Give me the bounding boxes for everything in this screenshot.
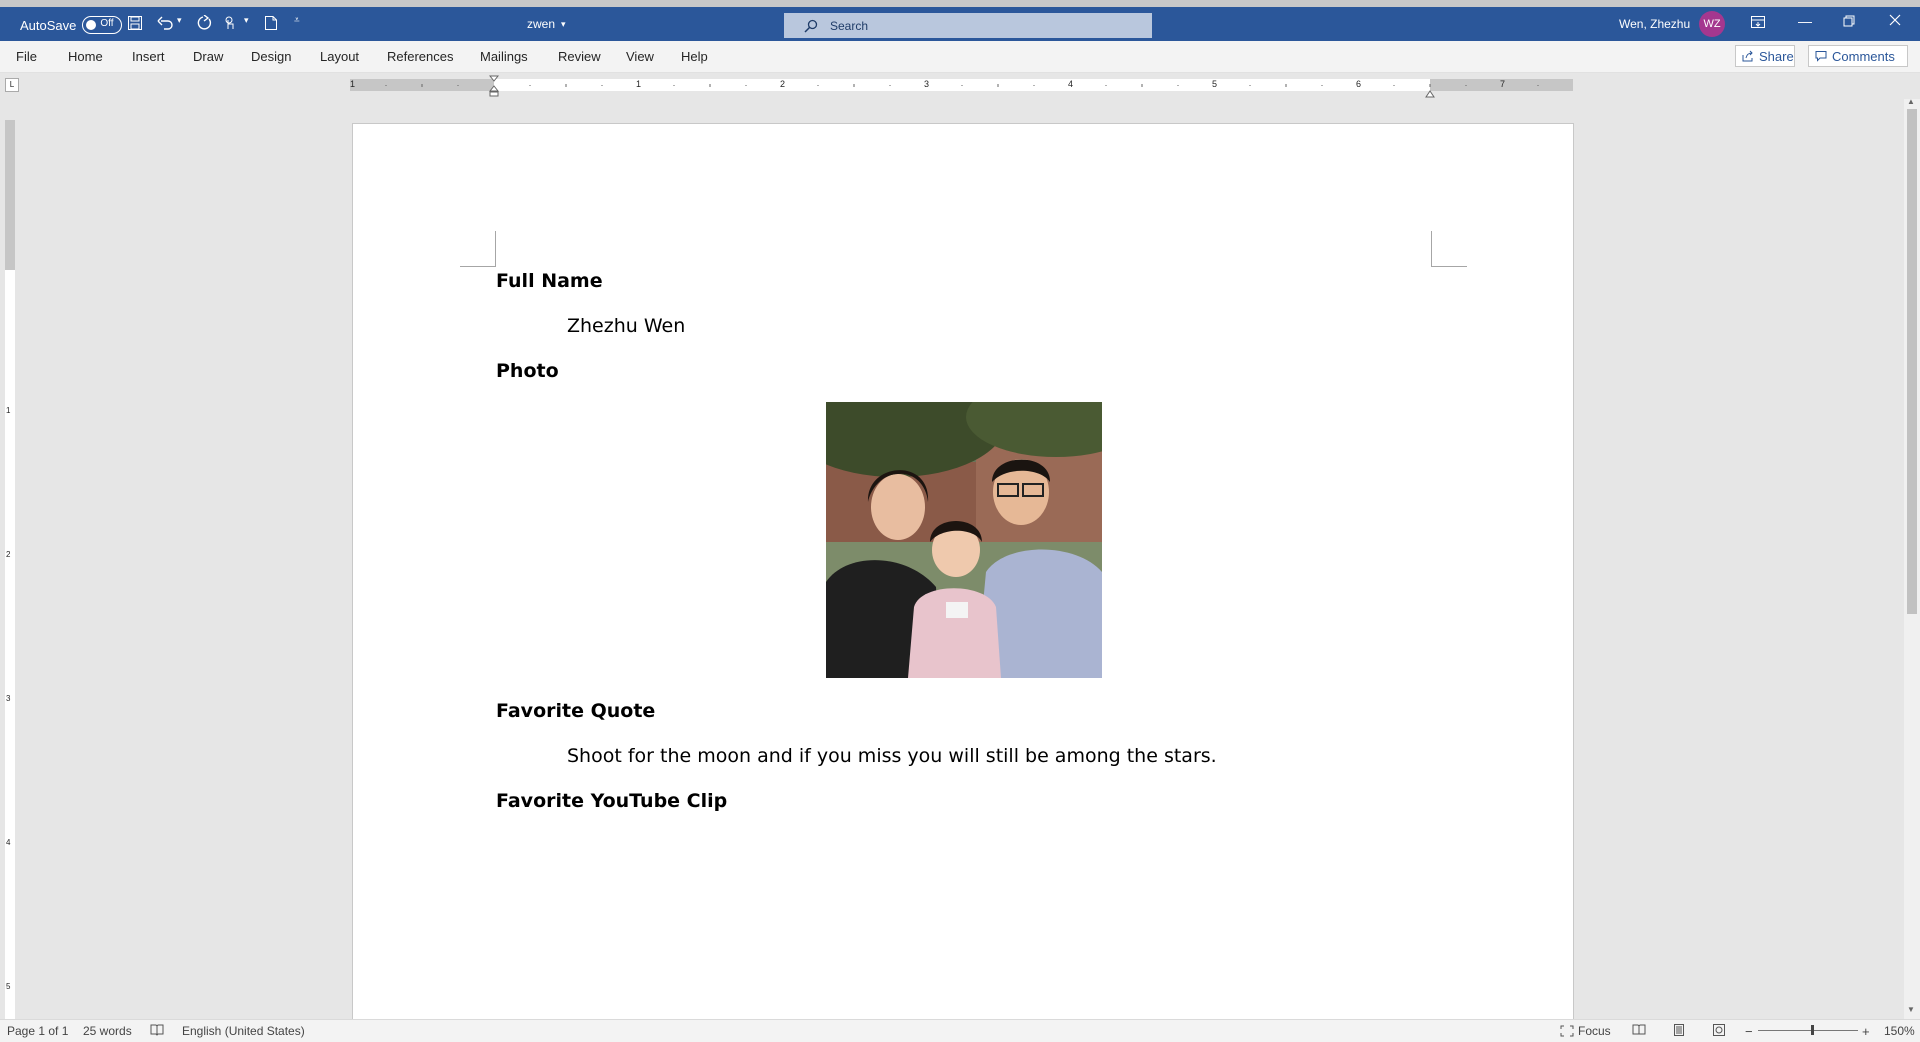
top-margin-area xyxy=(5,120,15,270)
touch-mode-icon[interactable] xyxy=(222,15,238,31)
tab-help[interactable]: Help xyxy=(681,49,708,64)
scroll-thumb[interactable] xyxy=(1907,109,1917,614)
restore-icon[interactable] xyxy=(1843,15,1855,27)
ruler-number: 5 xyxy=(1212,79,1218,89)
tab-insert[interactable]: Insert xyxy=(132,49,165,64)
comments-button[interactable]: Comments xyxy=(1808,45,1908,67)
comments-label: Comments xyxy=(1832,48,1895,64)
focus-icon xyxy=(1560,1025,1574,1037)
document-page[interactable]: Full Name Zhezhu Wen Photo Favorite Quot… xyxy=(352,123,1574,1023)
ruler-number: 4 xyxy=(6,838,11,847)
customize-toolbar-icon[interactable]: ⩡ xyxy=(294,15,300,26)
full-name-heading: Full Name xyxy=(496,270,603,292)
search-icon xyxy=(804,19,818,33)
zoom-level[interactable]: 150% xyxy=(1884,1024,1915,1038)
zoom-out-icon[interactable]: − xyxy=(1745,1024,1753,1039)
first-line-indent-marker[interactable] xyxy=(488,75,500,100)
tab-references[interactable]: References xyxy=(387,49,453,64)
tab-review[interactable]: Review xyxy=(558,49,601,64)
vertical-ruler[interactable]: 1 2 3 4 5 xyxy=(5,120,15,1020)
web-layout-icon[interactable] xyxy=(1712,1024,1726,1036)
scroll-up-icon[interactable]: ▲ xyxy=(1907,97,1915,106)
tab-file[interactable]: File xyxy=(16,49,37,64)
toggle-knob xyxy=(86,20,97,30)
ruler-number: 2 xyxy=(6,550,11,559)
ruler-number: 3 xyxy=(924,79,930,89)
focus-button[interactable]: Focus xyxy=(1560,1024,1611,1038)
document-name-dropdown-icon: ▾ xyxy=(561,18,566,29)
crop-mark-left xyxy=(460,231,496,267)
zoom-slider[interactable] xyxy=(1758,1025,1858,1035)
user-name[interactable]: Wen, Zhezhu xyxy=(1619,17,1690,31)
autosave-label: AutoSave xyxy=(20,17,77,33)
proofing-icon[interactable] xyxy=(150,1024,164,1036)
print-layout-icon[interactable] xyxy=(1673,1024,1685,1036)
status-bar: Page 1 of 1 25 words English (United Sta… xyxy=(0,1019,1920,1042)
horizontal-ruler[interactable]: 1 1 2 3 4 5 6 7 xyxy=(350,79,1573,91)
ruler-number: 7 xyxy=(1500,79,1506,89)
tab-layout[interactable]: Layout xyxy=(320,49,359,64)
zoom-slider-thumb[interactable] xyxy=(1811,1025,1814,1035)
full-name-value: Zhezhu Wen xyxy=(567,315,686,337)
search-placeholder: Search xyxy=(830,18,869,33)
avatar-initials: WZ xyxy=(1703,18,1721,30)
favorite-quote-heading: Favorite Quote xyxy=(496,700,656,722)
favorite-youtube-clip-heading: Favorite YouTube Clip xyxy=(496,790,728,812)
touch-dropdown-icon[interactable]: ▾ xyxy=(244,15,249,26)
tab-design[interactable]: Design xyxy=(251,49,291,64)
window-top-strip xyxy=(0,0,1920,7)
horizontal-ruler-row: L 1 1 2 3 4 5 6 7 xyxy=(0,73,1920,99)
right-indent-marker[interactable] xyxy=(1425,86,1435,101)
save-icon[interactable] xyxy=(127,15,143,31)
avatar[interactable]: WZ xyxy=(1699,11,1725,37)
ruler-number: 1 xyxy=(6,406,11,415)
tab-mailings[interactable]: Mailings xyxy=(480,49,528,64)
ruler-number: 3 xyxy=(6,694,11,703)
ribbon-display-options-icon[interactable] xyxy=(1750,15,1766,29)
title-bar: AutoSave Off ▾ ▾ ⩡ zwen ▾ Search Wen, Zh… xyxy=(0,0,1920,41)
tab-view[interactable]: View xyxy=(626,49,654,64)
share-button[interactable]: Share xyxy=(1735,45,1795,67)
favorite-quote-text: Shoot for the moon and if you miss you w… xyxy=(567,745,1217,767)
zoom-in-icon[interactable]: + xyxy=(1862,1024,1870,1039)
family-photo[interactable] xyxy=(826,402,1102,678)
language[interactable]: English (United States) xyxy=(182,1024,305,1038)
tab-home[interactable]: Home xyxy=(68,49,103,64)
photo-heading: Photo xyxy=(496,360,559,382)
word-count[interactable]: 25 words xyxy=(83,1024,132,1038)
tab-selector-icon[interactable]: L xyxy=(5,78,19,92)
comment-icon xyxy=(1815,50,1827,62)
crop-mark-right xyxy=(1431,231,1467,267)
close-icon[interactable] xyxy=(1889,14,1901,26)
minimize-icon[interactable]: — xyxy=(1798,13,1812,29)
ruler-ticks xyxy=(385,84,1539,87)
focus-label: Focus xyxy=(1578,1024,1611,1038)
read-mode-icon[interactable] xyxy=(1632,1024,1646,1036)
share-icon xyxy=(1742,50,1754,62)
document-title[interactable]: zwen ▾ xyxy=(527,17,566,31)
page-count[interactable]: Page 1 of 1 xyxy=(7,1024,68,1038)
ribbon-tabs: File Home Insert Draw Design Layout Refe… xyxy=(0,41,1920,73)
autosave-state: Off xyxy=(100,18,114,29)
tab-draw[interactable]: Draw xyxy=(193,49,223,64)
new-document-icon[interactable] xyxy=(264,15,278,31)
document-name: zwen xyxy=(527,17,556,31)
autosave-toggle[interactable]: Off xyxy=(82,16,123,34)
search-box[interactable]: Search xyxy=(784,13,1152,38)
ruler-number: 6 xyxy=(1356,79,1362,89)
redo-icon[interactable] xyxy=(195,15,213,31)
ruler-number: 5 xyxy=(6,982,11,991)
ruler-number: 1 xyxy=(636,79,642,89)
undo-icon[interactable] xyxy=(157,15,175,31)
ruler-number: 2 xyxy=(780,79,786,89)
vertical-scrollbar[interactable]: ▲ ▼ xyxy=(1904,97,1920,1019)
scroll-down-icon[interactable]: ▼ xyxy=(1907,1005,1915,1014)
autosave-group[interactable]: AutoSave Off xyxy=(20,16,123,34)
ruler-number: 4 xyxy=(1068,79,1074,89)
undo-dropdown-icon[interactable]: ▾ xyxy=(177,15,182,26)
share-label: Share xyxy=(1759,48,1794,64)
ruler-number: 1 xyxy=(350,79,356,89)
